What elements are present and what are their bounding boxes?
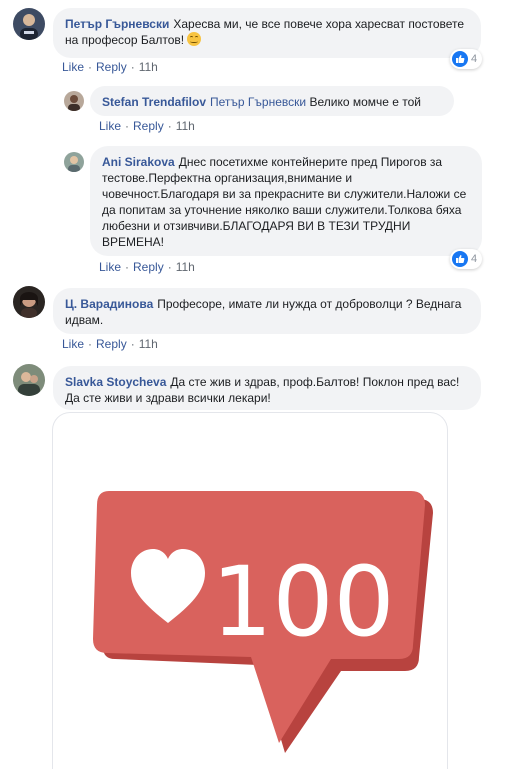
comment-bubble: Петър Гърневски Харесва ми, че все повече… [53,8,481,58]
comment-author[interactable]: Slavka Stoycheva [65,375,166,389]
reaction-number: 4 [471,53,478,65]
smiling-face-icon [187,32,202,46]
avatar-photo-icon [13,286,45,318]
heart-100-sticker-icon: 100 [93,491,433,753]
comment-author[interactable]: Петър Гърневски [65,17,169,31]
like-link[interactable]: Like [99,260,121,274]
comment-bubble: Ani Sirakova Днес посетихме контейнерите … [90,146,482,256]
mention-link[interactable]: Петър Гърневски [210,95,306,109]
reply-link[interactable]: Reply [133,119,164,133]
reply-link[interactable]: Reply [133,260,164,274]
comment-author[interactable]: Stefan Trendafilov [102,95,206,109]
avatar[interactable] [64,91,84,111]
comment-actions: Like · Reply · 11h [99,260,195,274]
timestamp[interactable]: 11h [139,337,158,351]
reply-link[interactable]: Reply [96,60,127,74]
reaction-count[interactable]: 4 [450,49,483,69]
avatar-photo-icon [13,364,45,396]
like-link[interactable]: Like [62,337,84,351]
like-link[interactable]: Like [99,119,121,133]
comment-text: Днес посетихме контейнерите пред Пирогов… [102,155,467,249]
timestamp[interactable]: 11h [139,60,158,74]
avatar[interactable] [13,286,45,318]
comment-author[interactable]: Ani Sirakova [102,155,175,169]
reaction-count[interactable]: 4 [450,249,483,269]
like-icon [452,251,468,267]
comment-bubble: Ц. Варадинова Професоре, имате ли нужда о… [53,288,481,334]
like-link[interactable]: Like [62,60,84,74]
timestamp[interactable]: 11h [176,119,195,133]
timestamp[interactable]: 11h [176,260,195,274]
avatar[interactable] [64,152,84,172]
reaction-number: 4 [471,253,478,265]
comment-bubble: Slavka Stoycheva Да сте жив и здрав, проф… [53,366,481,410]
sticker-attachment[interactable]: 100 [52,412,448,769]
avatar-photo-icon [13,8,45,40]
comment-text: Велико момче е той [309,95,422,109]
avatar[interactable] [13,8,45,40]
like-icon [452,51,468,67]
sticker-label: 100 [211,546,394,658]
comment-bubble: Stefan Trendafilov Петър Гърневски Велико… [90,86,454,116]
comment-actions: Like · Reply · 11h [62,60,158,74]
comment-actions: Like · Reply · 11h [62,337,158,351]
avatar[interactable] [13,364,45,396]
avatar-photo-icon [64,91,84,111]
reply-link[interactable]: Reply [96,337,127,351]
avatar-photo-icon [64,152,84,172]
comment-actions: Like · Reply · 11h [99,119,195,133]
comment-author[interactable]: Ц. Варадинова [65,297,153,311]
